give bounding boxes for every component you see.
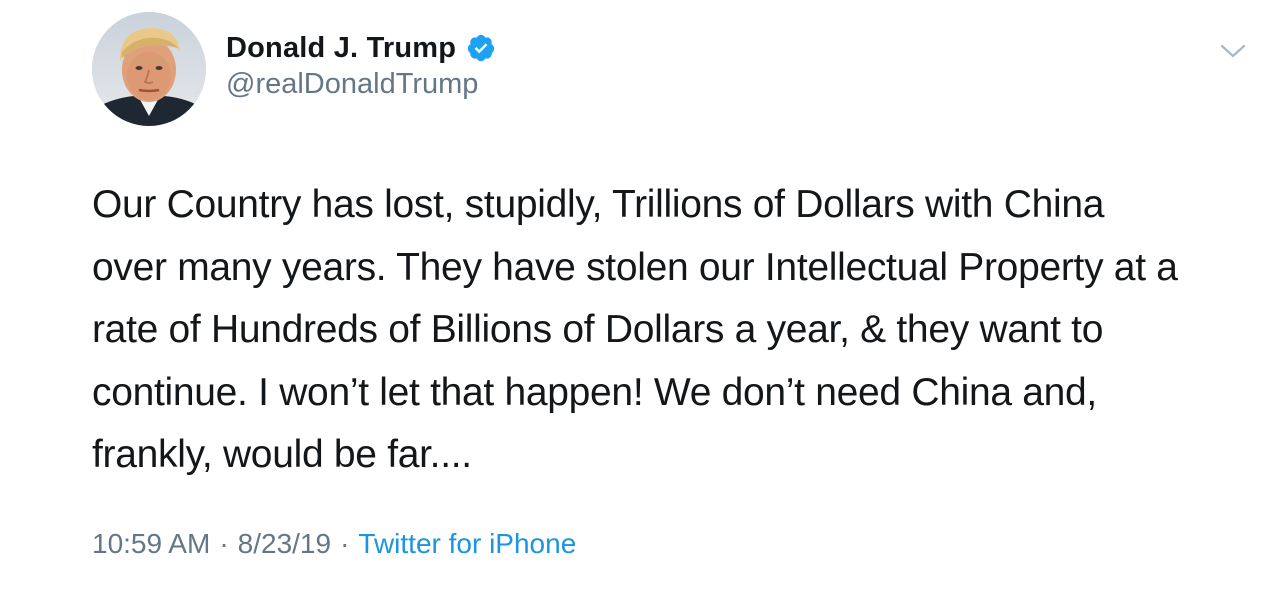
- author-name-row: Donald J. Trump: [226, 28, 496, 68]
- avatar-image: [92, 12, 206, 126]
- chevron-down-icon[interactable]: [1218, 40, 1248, 62]
- tweet-time[interactable]: 10:59 AM: [92, 528, 210, 560]
- separator: ·: [340, 528, 350, 559]
- tweet-date[interactable]: 8/23/19: [238, 528, 331, 560]
- verified-badge-icon: [466, 33, 496, 63]
- tweet-text-line: over many years. They have stolen our In…: [92, 245, 1178, 289]
- tweet-metadata: 10:59 AM · 8/23/19 · Twitter for iPhone: [92, 528, 576, 560]
- tweet-text-line: frankly, would be far....: [92, 433, 472, 476]
- separator: ·: [219, 528, 229, 559]
- tweet-text-line: rate of Hundreds of Billions of Dollars …: [92, 308, 1104, 351]
- source-link[interactable]: Twitter for iPhone: [358, 528, 576, 560]
- avatar[interactable]: [92, 12, 206, 126]
- tweet-text-line: Our Country has lost, stupidly, Trillion…: [92, 183, 1105, 226]
- display-name[interactable]: Donald J. Trump: [226, 32, 456, 65]
- tweet-text-line: continue. I won’t let that happen! We do…: [92, 370, 1097, 414]
- tweet-text: Our Country has lost, stupidly, Trillion…: [92, 174, 1252, 487]
- user-handle[interactable]: @realDonaldTrump: [226, 68, 478, 101]
- tweet-card: Donald J. Trump @realDonaldTrump Our Cou…: [0, 0, 1280, 592]
